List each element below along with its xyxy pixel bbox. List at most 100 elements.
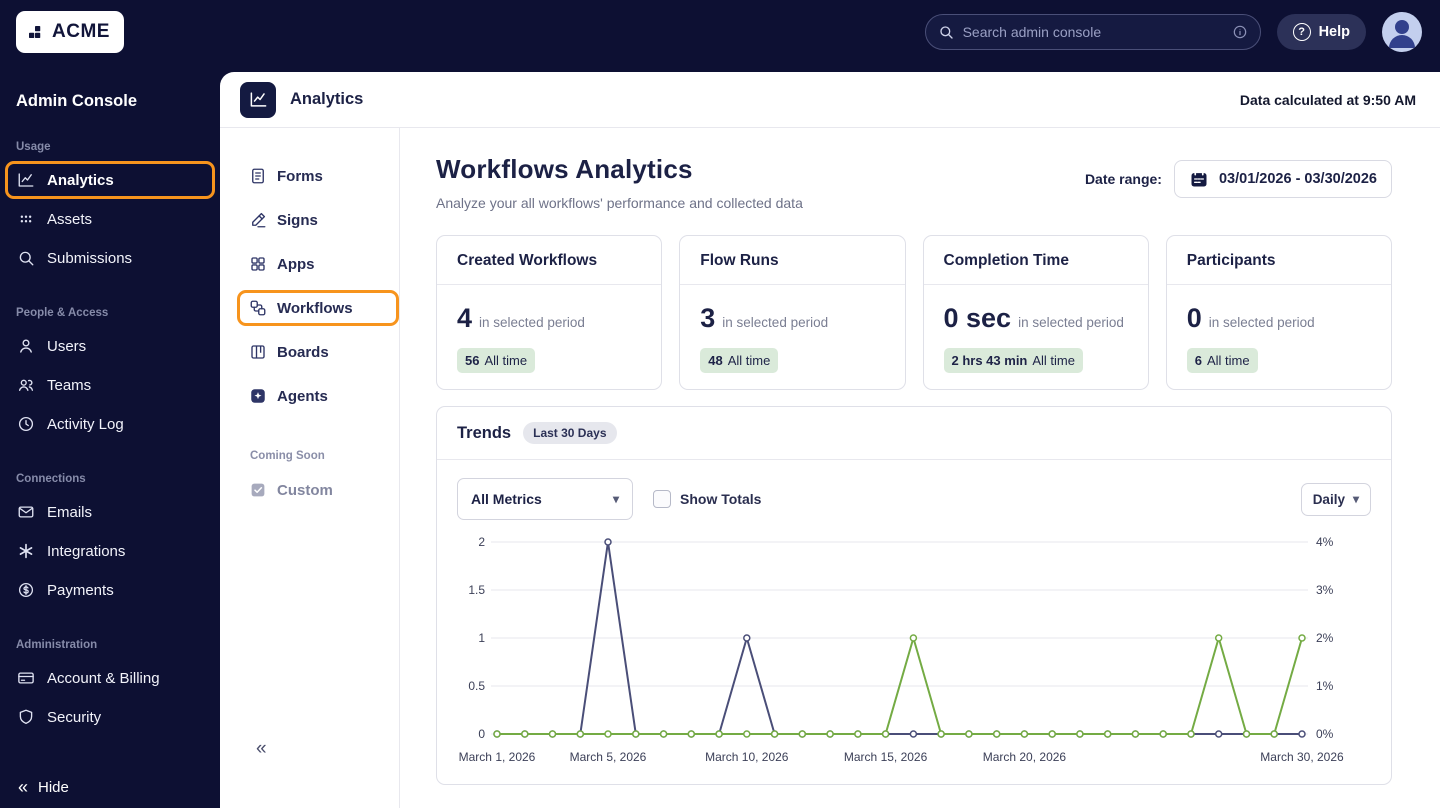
sidebar-item-label: Teams (47, 376, 92, 394)
search-input[interactable] (962, 24, 1223, 40)
panel-body: Forms Signs Apps Workflows Boards Agents… (220, 128, 1440, 808)
svg-text:2: 2 (478, 535, 485, 549)
shell: Admin Console Usage Analytics Assets Sub… (0, 64, 1440, 808)
workflow-icon (250, 300, 266, 316)
stat-card-title: Completion Time (923, 236, 1148, 285)
search-box[interactable] (924, 14, 1261, 50)
chevron-down-icon: ▾ (1352, 492, 1359, 506)
chevron-left-double-icon: « (18, 777, 29, 797)
show-totals-label: Show Totals (680, 491, 762, 507)
svg-text:4%: 4% (1316, 535, 1334, 549)
help-button[interactable]: ? Help (1276, 14, 1366, 50)
all-time-badge: 6 All time (1186, 348, 1258, 373)
svg-text:March 30, 2026: March 30, 2026 (1260, 750, 1344, 764)
sidebar-item-label: Assets (47, 210, 93, 228)
info-icon[interactable] (1232, 24, 1248, 40)
subnav-item-workflows[interactable]: Workflows (237, 290, 399, 326)
trends-range-badge: Last 30 Days (523, 422, 617, 444)
sidebar-item-label: Submissions (47, 249, 133, 267)
envelope-icon (18, 506, 34, 518)
subnav-item-label: Forms (277, 167, 323, 185)
sidebar-item-account-billing[interactable]: Account & Billing (5, 659, 215, 697)
brand-name: ACME (52, 21, 110, 42)
svg-text:March 15, 2026: March 15, 2026 (844, 750, 928, 764)
title-block: Workflows Analytics Analyze your all wor… (436, 154, 803, 211)
assets-grid-icon (20, 215, 32, 223)
sidebar-item-label: Emails (47, 503, 93, 521)
topbar-right: ? Help (924, 12, 1422, 52)
stat-caption: in selected period (1018, 315, 1124, 330)
subnav-item-label: Boards (277, 343, 329, 361)
hide-sidebar-button[interactable]: « Hide (18, 778, 69, 796)
section-label-connections: Connections (16, 473, 86, 485)
subnav-item-custom[interactable]: Custom (237, 472, 399, 508)
metrics-select[interactable]: All Metrics ▾ (457, 478, 633, 520)
sidebar-item-teams[interactable]: Teams (5, 366, 215, 404)
sidebar-item-payments[interactable]: Payments (5, 571, 215, 609)
stat-caption: in selected period (1208, 315, 1315, 330)
subnav-item-agents[interactable]: Agents (237, 378, 399, 414)
show-totals-checkbox[interactable] (653, 490, 671, 508)
subnav-item-forms[interactable]: Forms (237, 158, 399, 194)
chart-line-icon (18, 173, 34, 187)
dollar-circle-icon (18, 582, 34, 598)
sidebar-item-security[interactable]: Security (5, 698, 215, 736)
sidebar-item-emails[interactable]: Emails (5, 493, 215, 531)
subnav-item-signs[interactable]: Signs (237, 202, 399, 238)
hide-label: Hide (38, 778, 69, 796)
help-label: Help (1318, 24, 1350, 40)
svg-text:1.5: 1.5 (468, 583, 485, 597)
content: Workflows Analytics Analyze your all wor… (400, 128, 1440, 808)
brand-logo[interactable]: ACME (16, 11, 124, 53)
sidebar-item-users[interactable]: Users (5, 327, 215, 365)
trends-controls: All Metrics ▾ Show Totals Daily ▾ (437, 460, 1391, 526)
show-totals-row: Show Totals (653, 490, 761, 508)
section-label-administration: Administration (16, 639, 98, 651)
acme-logo-icon (29, 26, 41, 38)
trends-panel: Trends Last 30 Days All Metrics ▾ Show T… (436, 406, 1392, 785)
user-avatar[interactable] (1382, 12, 1422, 52)
interval-select[interactable]: Daily ▾ (1300, 482, 1371, 516)
sidebar-item-activity-log[interactable]: Activity Log (5, 405, 215, 443)
all-time-badge: 48 All time (700, 348, 779, 373)
analytics-header-iconbox (240, 81, 276, 118)
sidebar-item-assets[interactable]: Assets (5, 200, 215, 238)
signature-pen-icon (252, 212, 266, 228)
date-range-picker[interactable]: 03/01/2026 - 03/30/2026 (1173, 160, 1392, 198)
stat-card-title: Participants (1166, 236, 1391, 285)
magnifier-icon (19, 251, 34, 266)
sidebar: Admin Console Usage Analytics Assets Sub… (0, 64, 220, 808)
person-icon (1389, 20, 1415, 48)
subnav-item-boards[interactable]: Boards (237, 334, 399, 370)
metrics-select-value: All Metrics (471, 491, 542, 507)
date-range-value: 03/01/2026 - 03/30/2026 (1218, 171, 1377, 187)
question-icon: ? (1292, 23, 1311, 41)
trends-header: Trends Last 30 Days (437, 407, 1391, 460)
stat-value: 3 (700, 303, 716, 333)
section-label-people: People & Access (16, 307, 109, 319)
coming-soon-label: Coming Soon (250, 450, 325, 462)
sidebar-item-integrations[interactable]: Integrations (5, 532, 215, 570)
svg-text:2%: 2% (1316, 631, 1334, 645)
sidebar-item-label: Payments (47, 581, 114, 599)
document-icon (252, 168, 264, 184)
interval-select-value: Daily (1312, 491, 1345, 507)
panel-header: Analytics Data calculated at 9:50 AM (220, 72, 1440, 128)
stat-card-completion-time: Completion Time 0 sec in selected period … (922, 235, 1149, 390)
chart-line-icon (250, 92, 266, 107)
svg-text:1%: 1% (1316, 679, 1334, 693)
page-title: Workflows Analytics (436, 154, 693, 184)
sidebar-item-label: Integrations (47, 542, 126, 560)
collapse-subnav-button[interactable]: « (256, 738, 399, 760)
sidebar-item-analytics[interactable]: Analytics (5, 161, 215, 199)
subnav-item-label: Signs (277, 211, 318, 229)
subnav-item-apps[interactable]: Apps (237, 246, 399, 282)
sidebar-item-label: Analytics (47, 171, 114, 189)
all-time-badge: 2 hrs 43 min All time (943, 348, 1083, 373)
svg-text:1: 1 (478, 631, 485, 645)
shield-icon (19, 709, 33, 725)
svg-text:March 10, 2026: March 10, 2026 (705, 750, 789, 764)
stat-cards: Created Workflows 4 in selected period 56… (436, 235, 1392, 390)
subnav-item-label: Workflows (277, 299, 353, 317)
sidebar-item-submissions[interactable]: Submissions (5, 239, 215, 277)
